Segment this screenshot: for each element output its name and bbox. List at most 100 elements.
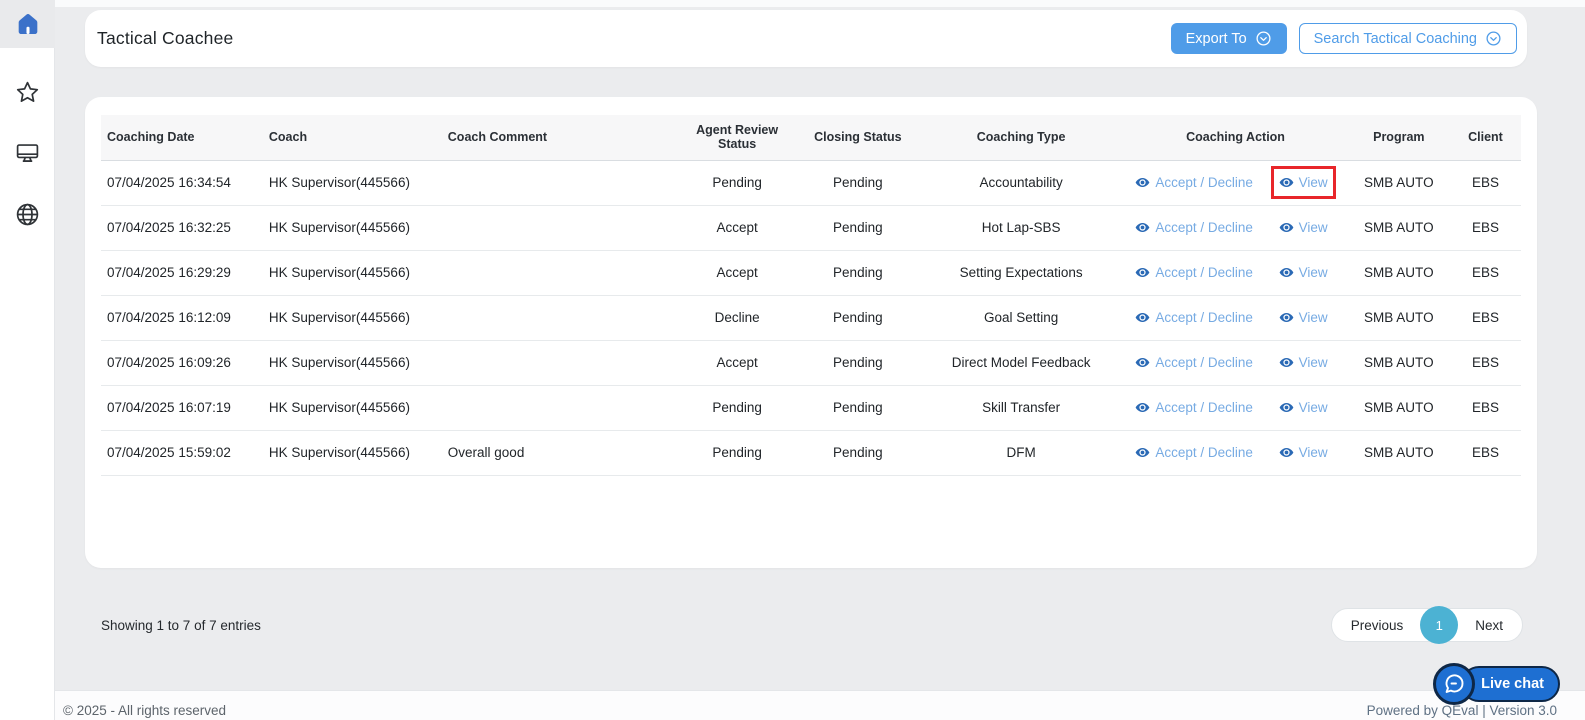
accept-decline-label: Accept / Decline: [1155, 355, 1253, 370]
view-link[interactable]: View: [1271, 391, 1336, 424]
coaching-type-cell: Hot Lap-SBS: [918, 205, 1124, 251]
accept-decline-label: Accept / Decline: [1155, 265, 1253, 280]
sidebar-item-home[interactable]: [0, 0, 55, 48]
client-cell: EBS: [1449, 340, 1521, 386]
closing-status-cell: Pending: [796, 250, 919, 296]
previous-page-button[interactable]: Previous: [1334, 609, 1421, 641]
coaching-type-cell: Skill Transfer: [918, 385, 1124, 431]
table-header-row: Coaching Date Coach Coach Comment Agent …: [101, 115, 1521, 161]
accept-decline-link[interactable]: Accept / Decline: [1135, 265, 1253, 280]
coaching-action-cell: Accept / Decline View: [1123, 430, 1348, 476]
home-icon: [15, 11, 41, 37]
view-label: View: [1298, 310, 1328, 325]
table-row: 07/04/2025 16:07:19 HK Supervisor(445566…: [101, 385, 1521, 431]
coach-cell: HK Supervisor(445566): [262, 160, 442, 206]
col-coach: Coach: [262, 115, 442, 161]
accept-decline-label: Accept / Decline: [1155, 175, 1253, 190]
col-client: Client: [1449, 115, 1521, 161]
accept-decline-link[interactable]: Accept / Decline: [1135, 220, 1253, 235]
coach-comment-cell: [441, 295, 678, 341]
view-label: View: [1298, 265, 1328, 280]
accept-decline-link[interactable]: Accept / Decline: [1135, 355, 1253, 370]
coach-cell: HK Supervisor(445566): [262, 430, 442, 476]
col-coaching-date: Coaching Date: [101, 115, 263, 161]
agent-review-status-cell: Accept: [677, 250, 797, 296]
sidebar-item-monitor[interactable]: [0, 129, 55, 177]
accept-decline-label: Accept / Decline: [1155, 220, 1253, 235]
client-cell: EBS: [1449, 430, 1521, 476]
view-label: View: [1298, 400, 1328, 415]
coaching-table: Coaching Date Coach Coach Comment Agent …: [101, 115, 1521, 476]
globe-icon: [14, 201, 41, 228]
eye-icon: [1279, 265, 1294, 280]
coaching-type-cell: DFM: [918, 430, 1124, 476]
eye-icon: [1279, 220, 1294, 235]
eye-icon: [1135, 265, 1150, 280]
coaching-date-cell: 07/04/2025 16:12:09: [101, 295, 263, 341]
eye-icon: [1135, 355, 1150, 370]
current-page-button[interactable]: 1: [1420, 606, 1459, 644]
export-to-button[interactable]: Export To: [1170, 23, 1287, 54]
eye-icon: [1279, 400, 1294, 415]
coaching-date-cell: 07/04/2025 15:59:02: [101, 430, 263, 476]
program-cell: SMB AUTO: [1347, 295, 1450, 341]
next-page-button[interactable]: Next: [1458, 609, 1520, 641]
powered-by-text: Powered by QEval | Version 3.0: [1366, 703, 1557, 718]
footer: © 2025 - All rights reserved Powered by …: [55, 690, 1585, 720]
coach-comment-cell: [441, 250, 678, 296]
col-coach-comment: Coach Comment: [441, 115, 678, 161]
coaching-date-cell: 07/04/2025 16:34:54: [101, 160, 263, 206]
table-row: 07/04/2025 16:09:26 HK Supervisor(445566…: [101, 340, 1521, 386]
accept-decline-link[interactable]: Accept / Decline: [1135, 400, 1253, 415]
view-link[interactable]: View: [1271, 436, 1336, 469]
closing-status-cell: Pending: [796, 340, 919, 386]
view-link[interactable]: View: [1270, 166, 1336, 199]
view-link[interactable]: View: [1271, 346, 1336, 379]
agent-review-status-cell: Pending: [677, 430, 797, 476]
coaching-action-cell: Accept / Decline View: [1123, 385, 1348, 431]
sidebar-item-favorites[interactable]: [0, 68, 55, 116]
accept-decline-link[interactable]: Accept / Decline: [1135, 175, 1253, 190]
eye-icon: [1135, 310, 1150, 325]
closing-status-cell: Pending: [796, 160, 919, 206]
coaching-date-cell: 07/04/2025 16:32:25: [101, 205, 263, 251]
view-link[interactable]: View: [1271, 256, 1336, 289]
table-row: 07/04/2025 16:32:25 HK Supervisor(445566…: [101, 205, 1521, 251]
eye-icon: [1279, 175, 1294, 190]
search-tactical-coaching-button[interactable]: Search Tactical Coaching: [1298, 23, 1517, 54]
table-row: 07/04/2025 16:34:54 HK Supervisor(445566…: [101, 160, 1521, 206]
agent-review-status-cell: Pending: [677, 160, 797, 206]
sidebar-item-globe[interactable]: [0, 190, 55, 238]
live-chat-button[interactable]: Live chat: [1433, 663, 1560, 705]
client-cell: EBS: [1449, 295, 1521, 341]
coach-comment-cell: [441, 385, 678, 431]
coach-cell: HK Supervisor(445566): [262, 295, 442, 341]
eye-icon: [1135, 400, 1150, 415]
col-closing-status: Closing Status: [796, 115, 919, 161]
closing-status-cell: Pending: [796, 430, 919, 476]
coach-comment-cell: [441, 205, 678, 251]
table-row: 07/04/2025 16:29:29 HK Supervisor(445566…: [101, 250, 1521, 296]
view-label: View: [1298, 220, 1328, 235]
col-coaching-action: Coaching Action: [1123, 115, 1348, 161]
eye-icon: [1135, 445, 1150, 460]
top-strip: [55, 0, 1585, 7]
coaching-action-cell: Accept / Decline View: [1123, 205, 1348, 251]
coaching-action-cell: Accept / Decline View: [1123, 340, 1348, 386]
agent-review-status-cell: Pending: [677, 385, 797, 431]
agent-review-status-cell: Accept: [677, 205, 797, 251]
accept-decline-link[interactable]: Accept / Decline: [1135, 445, 1253, 460]
closing-status-cell: Pending: [796, 295, 919, 341]
accept-decline-link[interactable]: Accept / Decline: [1135, 310, 1253, 325]
chevron-down-circle-icon: [1485, 30, 1502, 47]
view-link[interactable]: View: [1271, 211, 1336, 244]
title-card: Tactical Coachee Export To Search Tactic…: [85, 10, 1527, 67]
agent-review-status-cell: Decline: [677, 295, 797, 341]
view-link[interactable]: View: [1271, 301, 1336, 334]
entries-summary: Showing 1 to 7 of 7 entries: [101, 617, 261, 633]
chevron-down-circle-icon: [1255, 30, 1272, 47]
accept-decline-label: Accept / Decline: [1155, 310, 1253, 325]
eye-icon: [1135, 175, 1150, 190]
coaching-type-cell: Accountability: [918, 160, 1124, 206]
col-coaching-type: Coaching Type: [918, 115, 1124, 161]
